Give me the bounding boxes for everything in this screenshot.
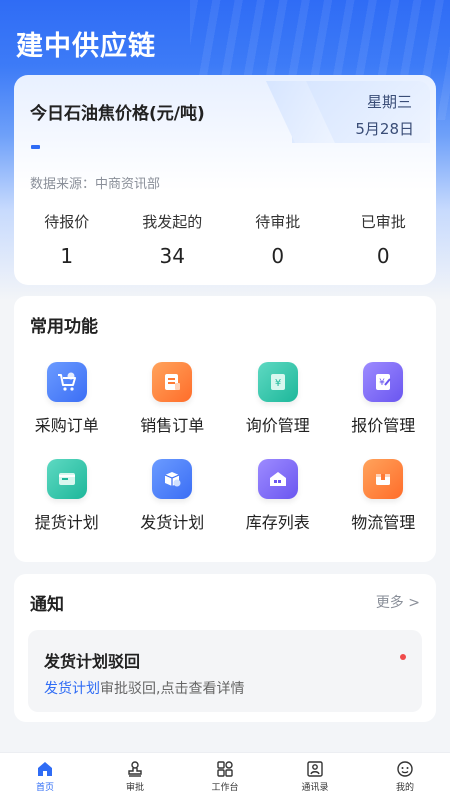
app-title: 建中供应链: [16, 31, 156, 62]
more-link[interactable]: 更多 >: [376, 592, 420, 612]
notice-item[interactable]: 发货计划驳回 发货计划审批驳回,点击查看详情: [28, 630, 422, 712]
warehouse-icon: [257, 459, 298, 499]
func-purchase-order[interactable]: 采购订单: [14, 362, 120, 436]
notice-link[interactable]: 发货计划: [44, 681, 100, 697]
tab-label: 审批: [125, 783, 144, 793]
stat-pending-approval[interactable]: 待审批 0: [225, 211, 331, 268]
tab-contacts[interactable]: 通讯录: [270, 753, 360, 800]
price-title: 今日石油焦价格(元/吨): [30, 104, 205, 124]
tab-label: 首页: [35, 783, 54, 793]
func-label: 销售订单: [140, 416, 205, 435]
bottom-tab-bar: 首页 审批 工作台 通讯录 我的: [0, 752, 450, 800]
date-label: 5月28日: [355, 120, 414, 138]
tab-profile[interactable]: 我的: [360, 753, 450, 800]
date-tab: 星期三 5月28日: [292, 81, 430, 143]
shipping-icon: [152, 459, 193, 499]
func-label: 采购订单: [34, 416, 99, 435]
notice-card: 通知 更多 > 发货计划驳回 发货计划审批驳回,点击查看详情: [14, 574, 436, 722]
func-label: 报价管理: [351, 416, 416, 435]
func-label: 物流管理: [351, 513, 416, 532]
func-sales-order[interactable]: 销售订单: [120, 362, 226, 436]
unread-dot: [400, 654, 406, 660]
notice-title: 发货计划驳回: [44, 652, 141, 671]
stamp-icon: [128, 761, 142, 777]
stat-value: 0: [271, 244, 285, 268]
section-title: 常用功能: [30, 317, 98, 337]
common-functions-card: 常用功能 采购订单 销售订单 ¥ 询价管理 ¥ 报价管理 提货计划 发货计划 库…: [14, 296, 436, 562]
svg-text:¥: ¥: [275, 378, 281, 389]
data-source: 数据来源：中商资讯部: [30, 177, 161, 192]
stats-row: 待报价 1 我发起的 34 待审批 0 已审批 0: [14, 211, 436, 268]
sales-order-icon: [152, 362, 193, 402]
notice-desc-text: 审批驳回,点击查看详情: [100, 681, 245, 697]
stat-value: 1: [60, 244, 74, 268]
stat-label: 我发起的: [142, 213, 203, 231]
func-logistics-management[interactable]: 物流管理: [331, 459, 437, 533]
home-icon: [38, 762, 52, 776]
section-title: 通知: [30, 595, 64, 615]
workbench-icon: [217, 761, 233, 777]
stat-label: 待报价: [44, 213, 90, 231]
contacts-icon: [307, 761, 323, 777]
tab-workbench[interactable]: 工作台: [180, 753, 270, 800]
stat-value: 0: [376, 244, 390, 268]
profile-icon: [397, 761, 413, 777]
func-quote-management[interactable]: ¥ 报价管理: [331, 362, 437, 436]
pickup-icon: [46, 459, 87, 499]
func-inventory-list[interactable]: 库存列表: [225, 459, 331, 533]
tab-approval[interactable]: 审批: [90, 753, 180, 800]
stat-label: 已审批: [360, 213, 406, 231]
tab-label: 工作台: [211, 783, 239, 793]
inquiry-icon: ¥: [257, 362, 298, 402]
quote-icon: ¥: [363, 362, 404, 402]
func-label: 询价管理: [245, 416, 310, 435]
notice-description: 发货计划审批驳回,点击查看详情: [44, 678, 244, 698]
func-inquiry-management[interactable]: ¥ 询价管理: [225, 362, 331, 436]
logistics-icon: [363, 459, 404, 499]
price-value-placeholder: [31, 145, 40, 149]
tab-home[interactable]: 首页: [0, 753, 90, 800]
stat-pending-quote[interactable]: 待报价 1: [14, 211, 120, 268]
tab-label: 我的: [395, 783, 414, 793]
stat-label: 待审批: [255, 213, 301, 231]
stat-approved[interactable]: 已审批 0: [331, 211, 437, 268]
func-shipping-plan[interactable]: 发货计划: [120, 459, 226, 533]
cart-icon: [46, 362, 87, 402]
func-label: 提货计划: [34, 513, 99, 532]
func-pickup-plan[interactable]: 提货计划: [14, 459, 120, 533]
weekday-label: 星期三: [366, 93, 412, 111]
price-card: 星期三 5月28日 今日石油焦价格(元/吨) - 数据来源：中商资讯部 待报价 …: [14, 75, 436, 285]
stat-value: 34: [159, 244, 185, 268]
stat-initiated[interactable]: 我发起的 34: [120, 211, 226, 268]
func-label: 库存列表: [245, 513, 310, 532]
function-grid: 采购订单 销售订单 ¥ 询价管理 ¥ 报价管理 提货计划 发货计划 库存列表 物…: [14, 362, 436, 533]
func-label: 发货计划: [140, 513, 205, 532]
tab-label: 通讯录: [301, 783, 329, 793]
svg-text:¥: ¥: [379, 378, 385, 388]
